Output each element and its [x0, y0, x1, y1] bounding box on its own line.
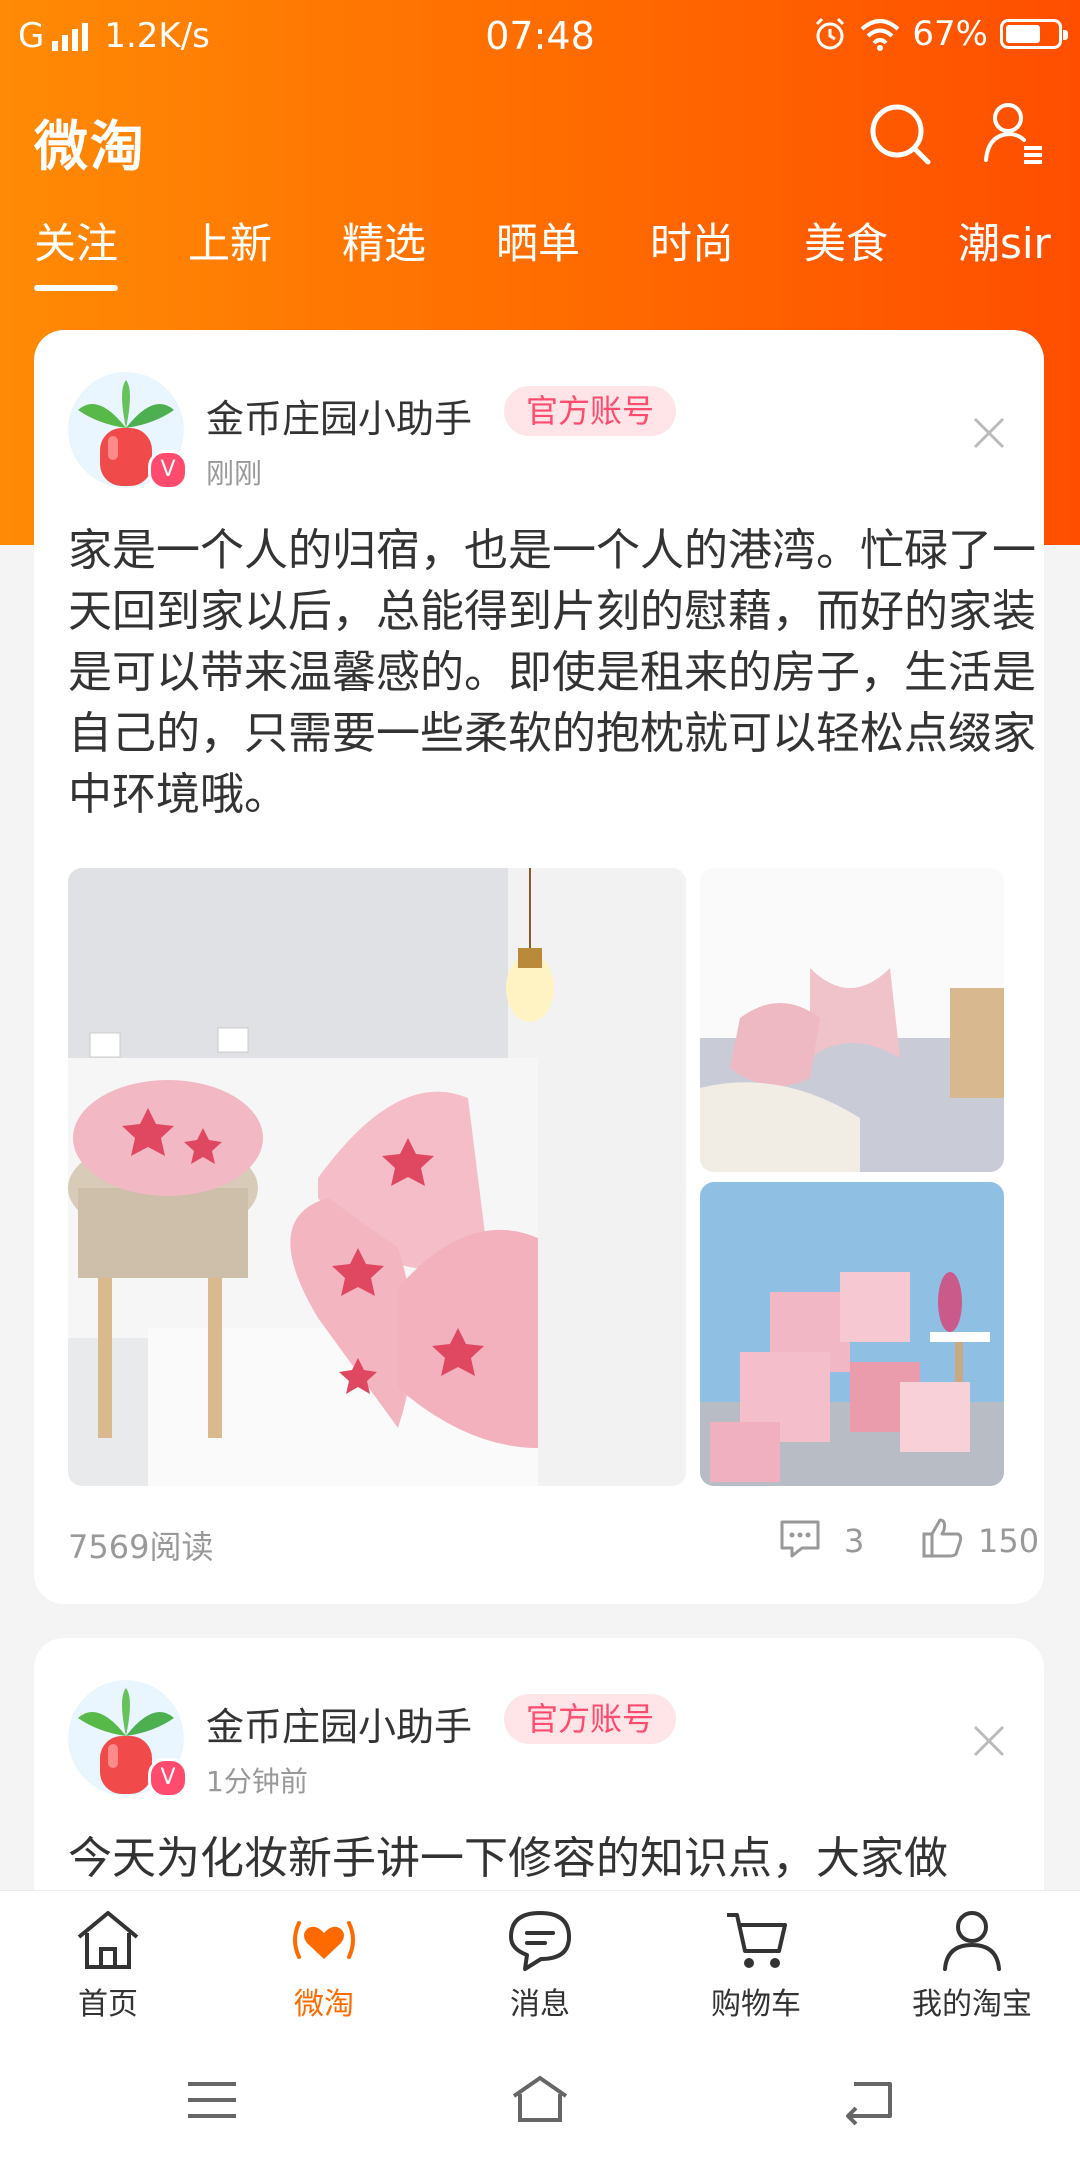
tab-new[interactable]: 上新: [188, 210, 272, 271]
pillow-set-image: [700, 1182, 1004, 1486]
app-bar: 微淘: [0, 80, 1080, 190]
verified-badge-icon: V: [148, 450, 188, 490]
battery-percent: 67%: [912, 14, 988, 54]
verified-badge-icon: V: [148, 1758, 188, 1798]
nav-my-taobao-label: 我的淘宝: [912, 1987, 1032, 2022]
home-icon[interactable]: [510, 2070, 570, 2130]
comment-count: 3: [844, 1522, 865, 1560]
thumbs-up-icon[interactable]: [920, 1516, 964, 1560]
weitao-heart-icon: [293, 1921, 355, 1959]
alarm-icon: [816, 17, 845, 50]
post-stats: 7569阅读 3 150: [68, 1516, 1040, 1566]
tab-food[interactable]: 美食: [804, 210, 888, 271]
profile-icon: [943, 1911, 1001, 1971]
system-navigation-bar: [0, 2040, 1080, 2160]
home-icon: [77, 1911, 139, 1969]
nav-home[interactable]: 首页: [0, 1905, 216, 2023]
tab-showcase[interactable]: 晒单: [496, 210, 580, 271]
user-list-icon[interactable]: [978, 98, 1048, 168]
post-image-2[interactable]: [700, 868, 1004, 1172]
read-count: 7569阅读: [68, 1528, 214, 1566]
menu-icon[interactable]: [182, 2070, 242, 2130]
post-time: 1分钟前: [206, 1765, 308, 1798]
battery-icon: [1000, 19, 1068, 49]
author-name[interactable]: 金币庄园小助手: [206, 388, 472, 443]
nav-home-label: 首页: [78, 1987, 138, 2022]
post-time: 刚刚: [206, 457, 263, 490]
close-icon[interactable]: [972, 416, 1006, 450]
nav-weitao-label: 微淘: [294, 1987, 354, 2022]
tab-featured[interactable]: 精选: [342, 210, 426, 271]
message-icon: [509, 1911, 571, 1971]
status-bar: G 1.2K/s 07:48 67%: [0, 0, 1080, 72]
page-title: 微淘: [34, 115, 146, 178]
official-account-tag: 官方账号: [504, 1694, 677, 1744]
tab-fashion[interactable]: 时尚: [650, 210, 734, 271]
back-icon[interactable]: [838, 2070, 898, 2130]
author-name[interactable]: 金币庄园小助手: [206, 1696, 472, 1751]
cart-icon: [727, 1913, 787, 1968]
tab-follow[interactable]: 关注: [34, 210, 119, 291]
tab-trendy[interactable]: 潮sir: [958, 210, 1051, 271]
nav-my-taobao[interactable]: 我的淘宝: [864, 1905, 1080, 2023]
official-account-tag: 官方账号: [504, 386, 677, 436]
bow-pillow-image: [700, 868, 1004, 1172]
close-icon[interactable]: [972, 1724, 1006, 1758]
category-tabs: 关注 上新 精选 晒单 时尚 美食 潮sir: [0, 210, 1080, 291]
post-text: 今天为化妆新手讲一下修容的知识点，大家做: [68, 1833, 948, 1884]
nav-messages[interactable]: 消息: [432, 1905, 648, 2023]
bottom-navigation: 首页 微淘 消息 购物车 我的淘宝: [0, 1890, 1080, 2041]
comment-icon[interactable]: [778, 1516, 822, 1560]
post-card[interactable]: V 金币庄园小助手 官方账号 刚刚 家是一个人的归宿，也是一个人的港湾。忙碌了一…: [34, 330, 1044, 1604]
pink-pillows-image: [68, 868, 686, 1486]
search-icon[interactable]: [866, 100, 936, 170]
nav-messages-label: 消息: [510, 1987, 570, 2022]
nav-cart[interactable]: 购物车: [648, 1905, 864, 2023]
post-image-main[interactable]: [68, 868, 686, 1486]
nav-weitao[interactable]: 微淘: [216, 1905, 432, 2023]
like-count: 150: [978, 1522, 1040, 1560]
post-text: 家是一个人的归宿，也是一个人的港湾。忙碌了一天回到家以后，总能得到片刻的慰藉，而…: [68, 525, 1036, 820]
post-image-3[interactable]: [700, 1182, 1004, 1486]
nav-cart-label: 购物车: [711, 1987, 801, 2022]
wifi-icon: [861, 19, 900, 51]
